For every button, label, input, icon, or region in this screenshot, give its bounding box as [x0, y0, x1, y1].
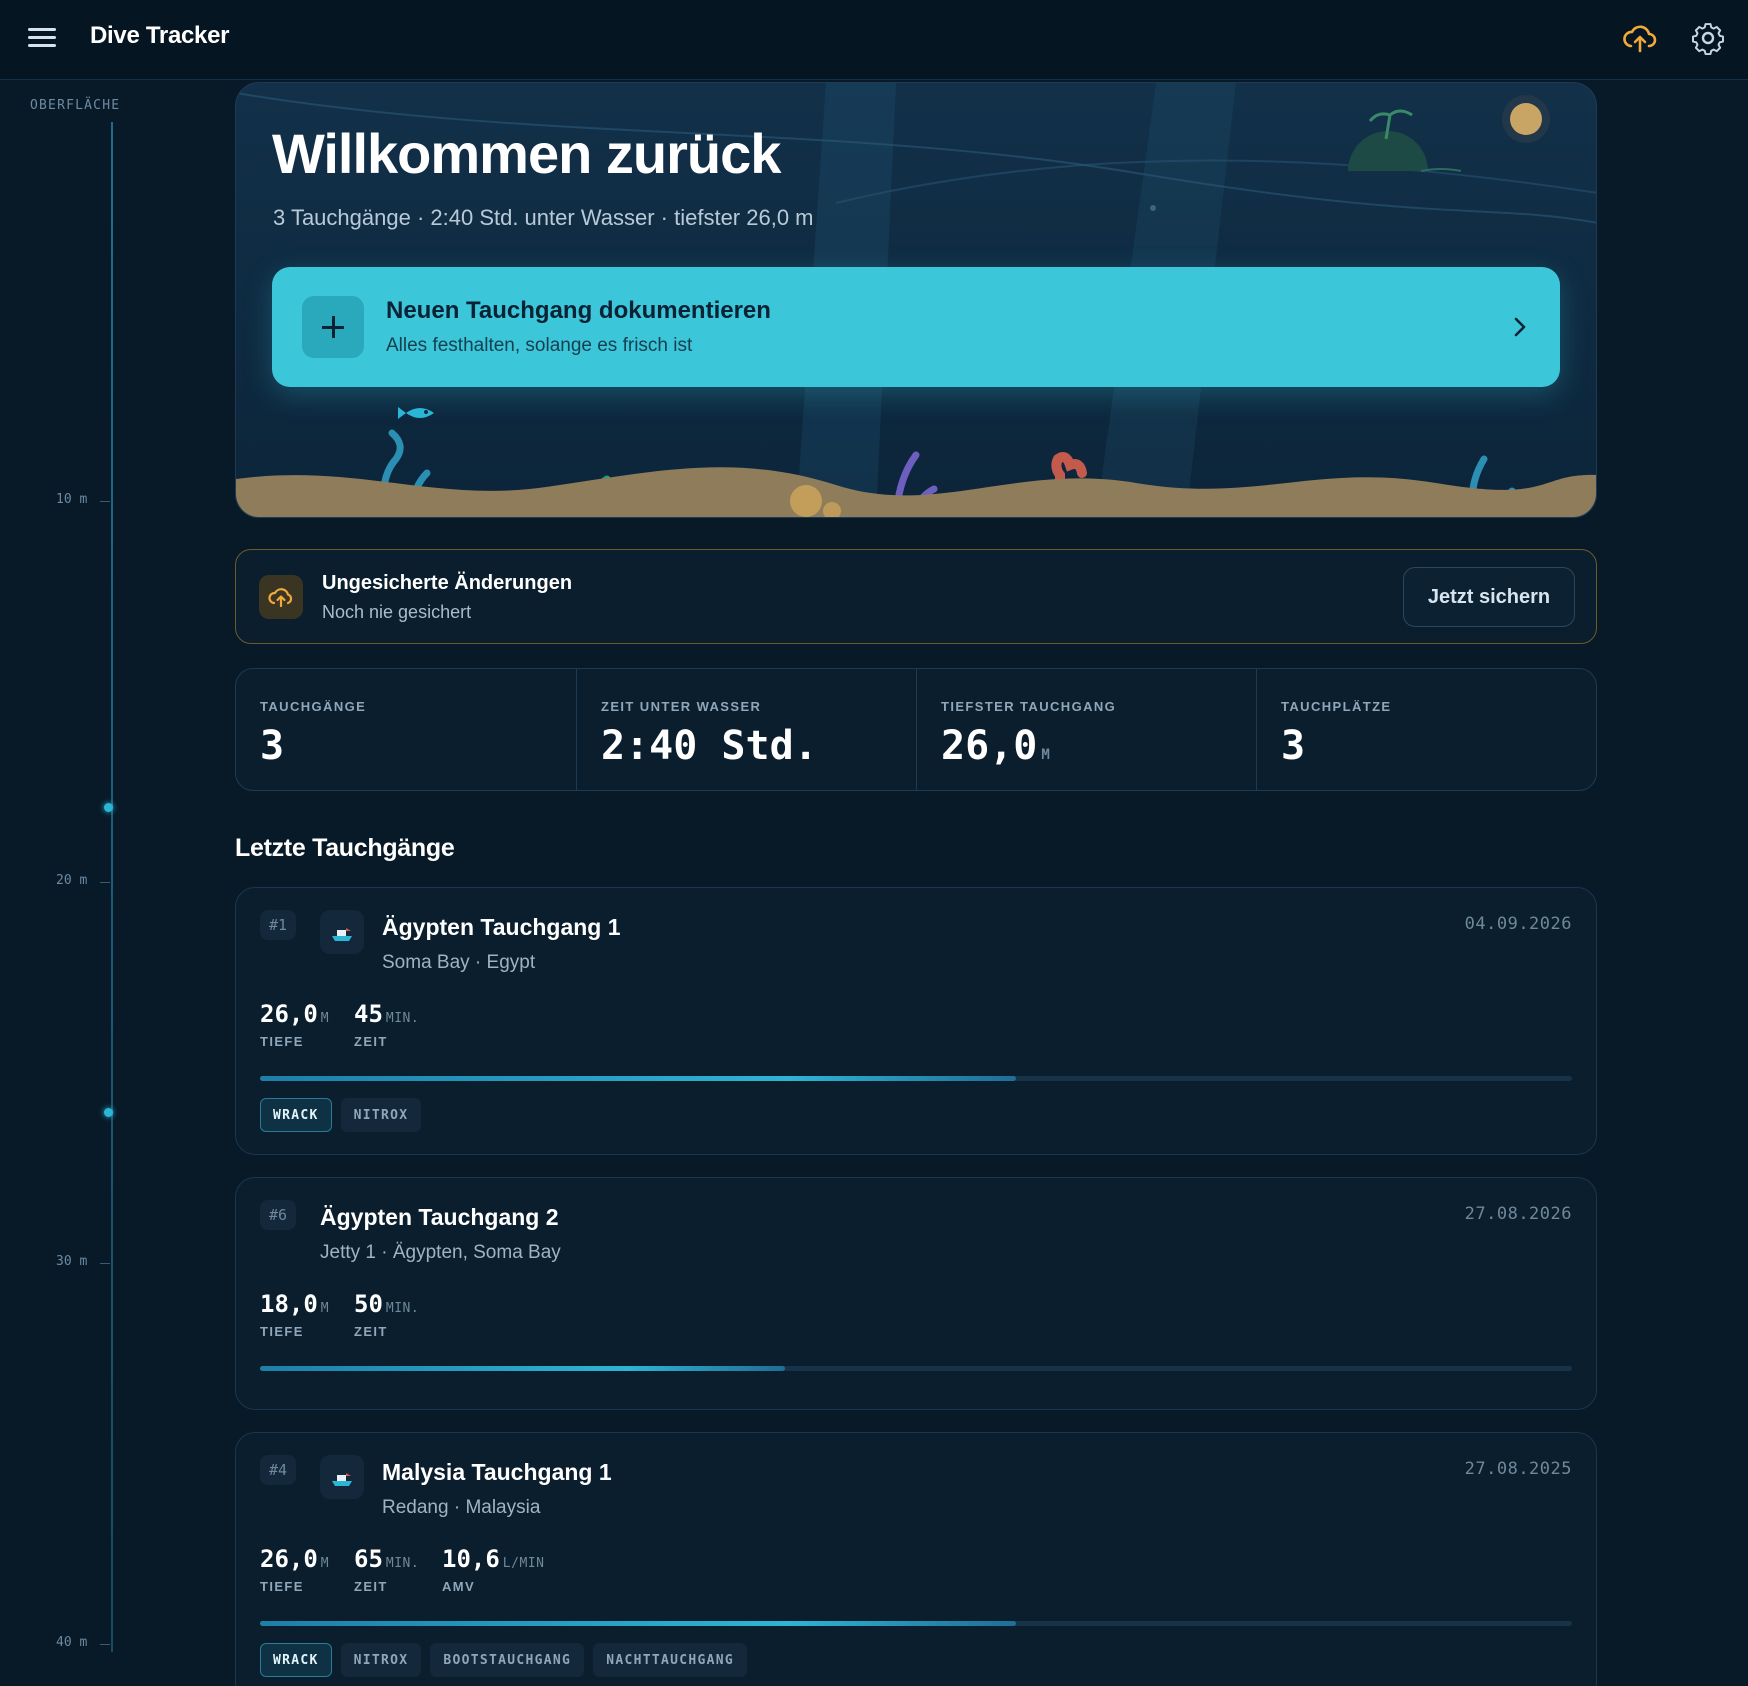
dive-number-badge: #4: [260, 1455, 297, 1485]
tag-wreck: WRACK: [260, 1643, 332, 1677]
stat-dives: TAUCHGÄNGE 3: [236, 669, 576, 790]
chevron-right-icon: [1514, 317, 1526, 337]
dive-number-badge: #6: [260, 1200, 297, 1230]
metric-depth: 26,0 M TIEFE: [260, 1545, 330, 1594]
depth-tick: 20 m: [56, 873, 111, 888]
dive-date: 27.08.2025: [1464, 1459, 1572, 1479]
dive-date: 04.09.2026: [1464, 914, 1572, 934]
cloud-upload-icon[interactable]: [1620, 18, 1660, 58]
dive-title: Malysia Tauchgang 1: [382, 1459, 612, 1485]
dive-title: Ägypten Tauchgang 2: [320, 1204, 559, 1230]
unsaved-subtitle: Noch nie gesichert: [322, 602, 472, 622]
metric-time: 45 MIN. ZEIT: [354, 1000, 420, 1049]
recent-dives-heading: Letzte Tauchgänge: [235, 834, 455, 862]
stats-panel: TAUCHGÄNGE 3 ZEIT UNTER WASSER 2:40 Std.…: [235, 668, 1597, 791]
depth-rail: OBERFLÄCHE 10 m 20 m 30 m 40 m: [0, 80, 180, 1686]
depth-bar: [260, 1621, 1572, 1626]
metric-amv: 10,6 L/MIN AMV: [442, 1545, 545, 1594]
gear-icon[interactable]: [1688, 18, 1728, 58]
depth-rail-line: [111, 122, 113, 1652]
top-bar: Dive Tracker: [0, 0, 1748, 80]
unsaved-changes-banner: Ungesicherte Änderungen Noch nie gesiche…: [235, 549, 1597, 644]
depth-rail-surface-label: OBERFLÄCHE: [30, 98, 121, 113]
menu-icon[interactable]: [28, 24, 60, 52]
depth-bar: [260, 1366, 1572, 1371]
depth-marker-dot: [104, 803, 113, 812]
dive-tags: WRACK NITROX BOOTSTAUCHGANG NACHTTAUCHGA…: [260, 1643, 747, 1677]
metric-depth: 18,0 M TIEFE: [260, 1290, 330, 1339]
depth-tick: 30 m: [56, 1254, 111, 1269]
tag-nitrox: NITROX: [340, 1643, 422, 1677]
unsaved-title: Ungesicherte Änderungen: [322, 572, 573, 594]
tag-night-dive: NACHTTAUCHGANG: [593, 1643, 747, 1677]
tag-nitrox: NITROX: [340, 1098, 422, 1132]
dive-date: 27.08.2026: [1464, 1204, 1572, 1224]
tag-boat-dive: BOOTSTAUCHGANG: [430, 1643, 585, 1677]
stat-label: TAUCHPLÄTZE: [1281, 699, 1392, 714]
hero-summary: 3 Tauchgänge · 2:40 Std. unter Wasser · …: [273, 205, 814, 230]
depth-bar-fill: [260, 1621, 1016, 1626]
dive-title: Ägypten Tauchgang 1: [382, 914, 621, 940]
hero-title: Willkommen zurück: [272, 122, 781, 185]
stat-label: TIEFSTER TAUCHGANG: [941, 699, 1117, 714]
save-now-button[interactable]: Jetzt sichern: [1403, 567, 1575, 627]
depth-marker-dot: [104, 1108, 113, 1117]
tag-wreck: WRACK: [260, 1098, 332, 1132]
app-title: Dive Tracker: [90, 22, 230, 49]
stat-time-underwater: ZEIT UNTER WASSER 2:40 Std.: [576, 669, 916, 790]
stat-unit: M: [1041, 747, 1050, 763]
stat-deepest-dive: TIEFSTER TAUCHGANG 26,0 M: [916, 669, 1256, 790]
metric-time: 50 MIN. ZEIT: [354, 1290, 420, 1339]
stat-label: ZEIT UNTER WASSER: [601, 699, 762, 714]
stat-value: 2:40 Std.: [601, 723, 818, 769]
depth-bar-fill: [260, 1366, 785, 1371]
dive-tags: WRACK NITROX: [260, 1098, 422, 1132]
dive-location: Jetty 1 · Ägypten, Soma Bay: [320, 1242, 561, 1263]
depth-tick: 10 m: [56, 492, 111, 507]
depth-bar: [260, 1076, 1572, 1081]
depth-bar-fill: [260, 1076, 1016, 1081]
stat-label: TAUCHGÄNGE: [260, 699, 367, 714]
dive-location: Soma Bay · Egypt: [382, 952, 536, 973]
dive-card[interactable]: #1 Ägypten Tauchgang 1 Soma Bay · Egypt …: [235, 887, 1597, 1155]
boat-icon: [320, 1455, 364, 1499]
cloud-upload-icon: [259, 575, 303, 619]
new-dive-title: Neuen Tauchgang dokumentieren: [386, 297, 771, 324]
stat-value: 3: [1281, 723, 1306, 769]
new-dive-subtitle: Alles festhalten, solange es frisch ist: [386, 335, 693, 356]
metric-depth: 26,0 M TIEFE: [260, 1000, 330, 1049]
depth-tick: 40 m: [56, 1635, 111, 1650]
dive-number-badge: #1: [260, 910, 297, 940]
dive-location: Redang · Malaysia: [382, 1497, 541, 1518]
dive-card[interactable]: #4 Malysia Tauchgang 1 Redang · Malaysia…: [235, 1432, 1597, 1686]
dive-card[interactable]: #6 Ägypten Tauchgang 2 Jetty 1 · Ägypten…: [235, 1177, 1597, 1410]
metric-time: 65 MIN. ZEIT: [354, 1545, 420, 1594]
boat-icon: [320, 910, 364, 954]
stat-value: 3: [260, 723, 285, 769]
welcome-hero: Willkommen zurück 3 Tauchgänge · 2:40 St…: [235, 82, 1597, 518]
new-dive-button[interactable]: Neuen Tauchgang dokumentieren Alles fest…: [272, 267, 1560, 387]
plus-icon: [302, 296, 364, 358]
stat-dive-sites: TAUCHPLÄTZE 3: [1256, 669, 1596, 790]
stat-value: 26,0 M: [941, 723, 1050, 769]
